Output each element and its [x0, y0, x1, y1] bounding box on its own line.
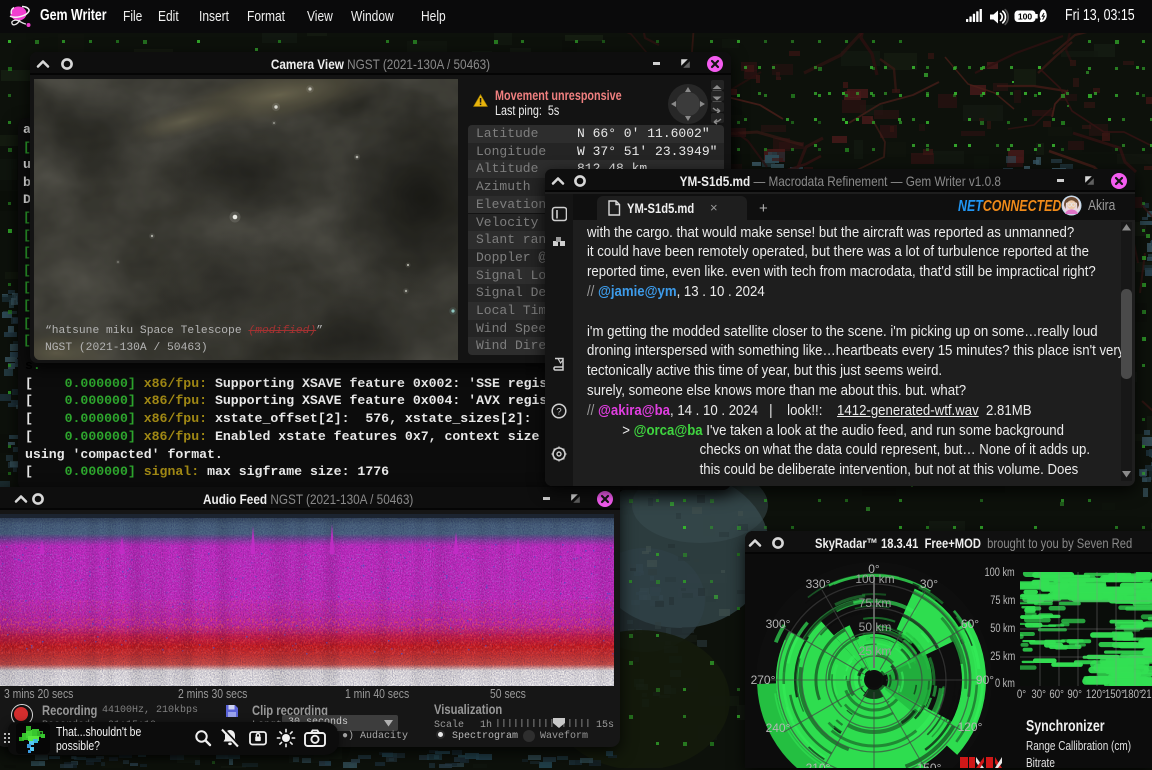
svg-text:100 km: 100 km: [855, 572, 894, 586]
svg-text:75 km: 75 km: [859, 596, 892, 610]
svg-text:150°: 150°: [917, 761, 942, 768]
svg-text:25 km: 25 km: [859, 644, 892, 658]
svg-text:?: ?: [556, 406, 561, 417]
svg-text:270°: 270°: [751, 673, 776, 687]
svg-text:30°: 30°: [920, 577, 938, 591]
svg-text:50 km: 50 km: [859, 620, 892, 634]
svg-text:210°: 210°: [806, 761, 831, 768]
svg-text:300°: 300°: [766, 617, 791, 631]
svg-text:100: 100: [1018, 12, 1033, 22]
svg-text:120°: 120°: [958, 720, 983, 734]
svg-text:240°: 240°: [766, 721, 791, 735]
svg-text:330°: 330°: [806, 577, 831, 591]
